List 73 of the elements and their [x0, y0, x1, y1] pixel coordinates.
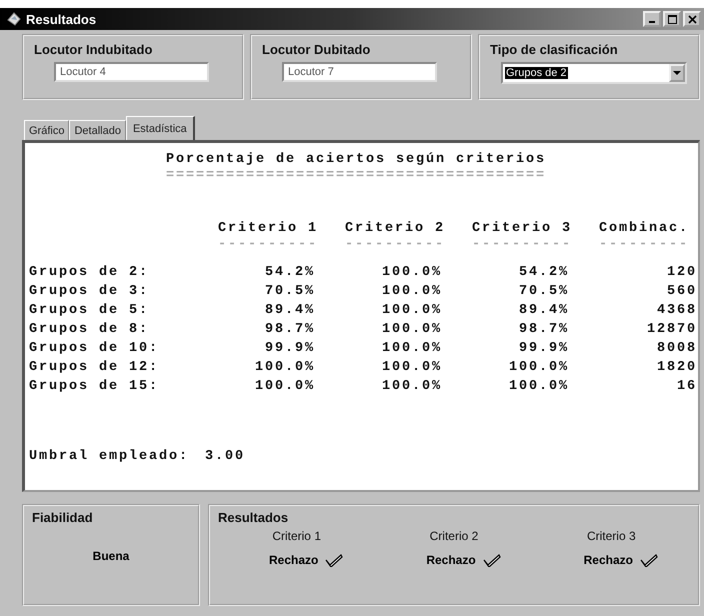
table-cell-text: 98.7%: [518, 321, 570, 338]
row-label: Grupos de 12:: [29, 359, 160, 376]
table-cell: 560: [666, 283, 697, 300]
column-header: Combinac.: [599, 220, 690, 237]
verdict-text: Rechazo: [268, 553, 318, 567]
maximize-icon: [668, 14, 676, 24]
report-title: Porcentaje de aciertos según criterios: [166, 151, 548, 168]
row-label: Grupos de 8:: [29, 321, 150, 338]
window-title: Resultados: [26, 12, 96, 26]
row-label: Grupos de 5:: [29, 302, 150, 319]
row-label: Grupos de 3:: [29, 283, 150, 300]
table-cell-text: 70.5%: [264, 283, 316, 300]
verdict-text: Rechazo: [426, 553, 476, 567]
close-button[interactable]: [683, 11, 701, 27]
table-cell: 16: [676, 378, 697, 395]
minimize-button[interactable]: [643, 11, 661, 27]
table-cell-text: 100.0%: [382, 340, 443, 357]
group-label: Locutor Indubitado: [34, 42, 154, 57]
threshold-label: Umbral empleado:: [29, 448, 190, 465]
table-cell-text: 100.0%: [382, 283, 443, 300]
criterion-label: Criterio 2: [430, 529, 478, 543]
table-cell: 1820: [656, 359, 697, 376]
maximize-button[interactable]: [663, 11, 681, 27]
table-cell: 120: [666, 264, 697, 281]
text-field[interactable]: Locutor 7: [282, 62, 437, 82]
threshold-value: 3.00: [205, 448, 246, 465]
criterion-label: Criterio 3: [586, 529, 636, 543]
table-cell-text: 100.0%: [382, 359, 443, 376]
table-cell-text: 100.0%: [382, 378, 443, 395]
table-cell-text: 100.0%: [382, 321, 443, 338]
reliability-value: Buena: [92, 549, 130, 563]
table-cell-text: 100.0%: [254, 378, 316, 395]
table-cell-text: 89.4%: [264, 302, 316, 319]
column-underline: ----------: [472, 239, 572, 251]
tab[interactable]: Estadística: [126, 116, 195, 140]
table-cell-text: 100.0%: [254, 359, 316, 376]
tab[interactable]: Gráfico: [24, 120, 70, 140]
table-cell-text: 99.9%: [518, 340, 570, 357]
column-underline: ----------: [345, 239, 446, 251]
group-label: Resultados: [218, 510, 290, 525]
classification-dropdown[interactable]: Grupos de 2: [501, 62, 687, 84]
table-cell-text: 54.2%: [518, 264, 570, 281]
table-cell-text: 99.9%: [264, 340, 316, 357]
table-cell: 8008: [656, 340, 697, 357]
table-cell-text: 89.4%: [518, 302, 570, 319]
dropdown-arrow-icon: [673, 70, 681, 76]
close-icon: [688, 14, 696, 24]
table-cell-text: 70.5%: [518, 283, 570, 300]
table-cell: 12870: [646, 321, 697, 338]
column-header: Criterio 3: [472, 220, 572, 237]
group-label: Locutor Dubitado: [262, 42, 372, 57]
table-cell-text: 100.0%: [382, 264, 443, 281]
table-cell-text: 54.2%: [264, 264, 316, 281]
row-label: Grupos de 2:: [29, 264, 150, 281]
app-icon: [6, 11, 22, 27]
row-label: Grupos de 10:: [29, 340, 160, 357]
title-underline: ======================================: [166, 170, 548, 182]
table-cell-text: 100.0%: [508, 359, 570, 376]
criterion-label: Criterio 1: [272, 529, 321, 543]
column-header: Criterio 1: [218, 220, 318, 237]
group-label: Fiabilidad: [32, 510, 94, 525]
table-cell-text: 100.0%: [382, 302, 443, 319]
row-label: Grupos de 15:: [29, 378, 160, 395]
column-header: Criterio 2: [345, 220, 446, 237]
column-underline: ---------: [599, 239, 690, 251]
group-label: Tipo de clasificación: [490, 42, 619, 57]
table-cell-text: 98.7%: [264, 321, 316, 338]
verdict-text: Rechazo: [584, 553, 633, 567]
column-underline: ----------: [218, 239, 318, 251]
table-cell-text: 100.0%: [508, 378, 570, 395]
text-field[interactable]: Locutor 4: [54, 62, 209, 82]
table-cell: 4368: [656, 302, 697, 319]
tab[interactable]: Detallado: [69, 120, 126, 140]
